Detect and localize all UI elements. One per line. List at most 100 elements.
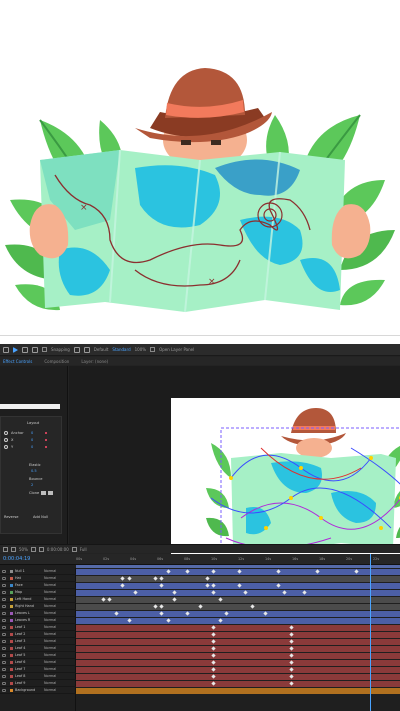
radio-icon[interactable] — [4, 445, 8, 449]
layer-row[interactable]: Map Normal — [0, 590, 76, 596]
label-color-swatch[interactable] — [10, 640, 13, 643]
layer-track-bar[interactable] — [76, 597, 400, 603]
eye-icon[interactable] — [2, 661, 6, 664]
keyframe-icon[interactable] — [302, 590, 307, 595]
keyframe-icon[interactable] — [127, 618, 132, 623]
toggle-chip[interactable] — [41, 491, 46, 495]
keyframe-icon[interactable] — [211, 674, 216, 679]
blend-mode-select[interactable]: Normal — [44, 632, 56, 636]
blend-mode-select[interactable]: Normal — [44, 583, 56, 587]
layer-track-bar[interactable] — [76, 660, 400, 666]
eye-icon[interactable] — [2, 654, 6, 657]
keyframe-icon[interactable] — [211, 625, 216, 630]
label-color-swatch[interactable] — [10, 612, 13, 615]
blend-mode-select[interactable]: Normal — [44, 569, 56, 573]
label-color-swatch[interactable] — [10, 605, 13, 608]
label-color-swatch[interactable] — [10, 577, 13, 580]
layer-row[interactable]: Hat Normal — [0, 576, 76, 582]
layer-track-bar[interactable] — [76, 653, 400, 659]
keyframe-icon[interactable] — [120, 583, 125, 588]
keyframe-icon[interactable] — [153, 604, 158, 609]
label-color-swatch[interactable] — [10, 668, 13, 671]
layer-row[interactable]: Background Normal — [0, 688, 76, 694]
pen-tool-icon[interactable] — [73, 346, 80, 353]
layer-track-bar[interactable] — [76, 618, 400, 624]
keyframe-icon[interactable] — [211, 590, 216, 595]
keyframe-icon[interactable] — [315, 569, 320, 574]
keyframe-icon[interactable] — [114, 611, 119, 616]
keyframe-icon[interactable] — [250, 604, 255, 609]
layer-row[interactable]: Leaf 5 Normal — [0, 653, 76, 659]
label-color-swatch[interactable] — [10, 591, 13, 594]
keyframe-icon[interactable] — [166, 618, 171, 623]
blend-mode-select[interactable]: Normal — [44, 667, 56, 671]
viewer-zoom[interactable]: 50% — [19, 547, 28, 552]
mask-visibility-icon[interactable] — [30, 546, 36, 552]
keyframe-icon[interactable] — [211, 583, 216, 588]
param-value[interactable]: 0 — [31, 445, 33, 449]
selected-effect-row[interactable] — [0, 404, 60, 409]
layer-row[interactable]: Leaves R Normal — [0, 618, 76, 624]
label-color-swatch[interactable] — [10, 689, 13, 692]
keyframe-icon[interactable] — [120, 576, 125, 581]
keyframe-dot-icon[interactable] — [45, 439, 47, 441]
label-color-swatch[interactable] — [10, 654, 13, 657]
keyframe-icon[interactable] — [198, 604, 203, 609]
keyframe-icon[interactable] — [211, 660, 216, 665]
blend-mode-select[interactable]: Normal — [44, 681, 56, 685]
text-tool-icon[interactable] — [83, 346, 90, 353]
keyframe-icon[interactable] — [159, 604, 164, 609]
tab-layer[interactable]: Layer: (none) — [81, 359, 108, 364]
keyframe-icon[interactable] — [289, 646, 294, 651]
blend-mode-select[interactable]: Normal — [44, 660, 56, 664]
keyframe-icon[interactable] — [211, 646, 216, 651]
keyframe-icon[interactable] — [237, 583, 242, 588]
label-color-swatch[interactable] — [10, 647, 13, 650]
hand-tool-icon[interactable] — [22, 346, 28, 353]
layer-track-bar[interactable] — [76, 569, 400, 575]
blend-mode-select[interactable]: Normal — [44, 597, 56, 601]
time-ruler[interactable]: 00s 02s 04s 06s 08s 10s 12s 14s 16s 18s 20s 22s — [76, 557, 400, 565]
keyframe-icon[interactable] — [237, 569, 242, 574]
blend-mode-select[interactable]: Normal — [44, 646, 56, 650]
label-color-swatch[interactable] — [10, 661, 13, 664]
layer-row[interactable]: Null 1 Normal — [0, 569, 76, 575]
eye-icon[interactable] — [2, 689, 6, 692]
blend-mode-select[interactable]: Normal — [44, 604, 56, 608]
label-color-swatch[interactable] — [10, 626, 13, 629]
viewer-quality[interactable]: Full — [80, 547, 87, 552]
layer-track-bar[interactable] — [76, 583, 400, 589]
play-icon[interactable] — [13, 346, 18, 353]
layer-row[interactable]: Left Hand Normal — [0, 597, 76, 603]
keyframe-icon[interactable] — [276, 583, 281, 588]
keyframe-icon[interactable] — [211, 653, 216, 658]
layer-track-bar[interactable] — [76, 625, 400, 631]
keyframe-icon[interactable] — [159, 611, 164, 616]
keyframe-icon[interactable] — [107, 597, 113, 602]
viewer-time[interactable]: 0:00:00:00 — [47, 547, 69, 552]
keyframe-icon[interactable] — [211, 667, 216, 672]
param-value[interactable]: 0 — [31, 438, 33, 442]
layer-track-bar[interactable] — [76, 590, 400, 596]
eye-icon[interactable] — [2, 668, 6, 671]
keyframe-icon[interactable] — [159, 583, 164, 588]
camera-icon[interactable] — [71, 546, 77, 552]
reverse-button[interactable]: Reverse — [4, 515, 18, 519]
eye-icon[interactable] — [2, 605, 6, 608]
eye-icon[interactable] — [2, 675, 6, 678]
layer-row[interactable]: Leaf 6 Normal — [0, 660, 76, 666]
param-value[interactable]: 2 — [31, 483, 33, 487]
tab-composition[interactable]: Composition — [44, 359, 69, 364]
layer-row[interactable]: Leaf 1 Normal — [0, 625, 76, 631]
eye-icon[interactable] — [2, 612, 6, 615]
blend-mode-select[interactable]: Normal — [44, 653, 56, 657]
layer-row[interactable]: Leaf 9 Normal — [0, 681, 76, 687]
layer-track-bar[interactable] — [76, 688, 400, 694]
keyframe-icon[interactable] — [276, 569, 281, 574]
toggle-chip[interactable] — [48, 491, 53, 495]
workspace-standard[interactable]: Standard — [112, 347, 130, 352]
layer-row[interactable]: Right Hand Normal — [0, 604, 76, 610]
eye-icon[interactable] — [2, 591, 6, 594]
keyframe-icon[interactable] — [127, 576, 132, 581]
eye-icon[interactable] — [2, 640, 6, 643]
